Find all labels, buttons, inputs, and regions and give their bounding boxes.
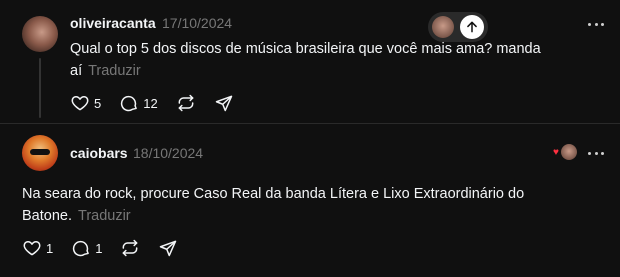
repost-button[interactable] <box>176 93 196 113</box>
heart-icon <box>70 93 90 113</box>
heart-icon: ♥ <box>553 147 559 158</box>
arrow-up-icon[interactable] <box>460 15 484 39</box>
author-avatar <box>561 144 577 160</box>
heart-icon <box>22 238 42 258</box>
like-count: 5 <box>94 95 102 111</box>
repost-icon <box>176 93 196 113</box>
reply-button[interactable]: 12 <box>119 93 158 113</box>
more-options-icon[interactable] <box>588 150 604 156</box>
like-button[interactable]: 5 <box>70 93 101 113</box>
post-text: Qual o top 5 dos discos de música brasil… <box>70 38 570 82</box>
share-button[interactable] <box>214 93 234 113</box>
username[interactable]: oliveiracanta <box>70 15 156 31</box>
post-actions: 1 1 <box>22 238 196 258</box>
liked-by-author-indicator: ♥ <box>553 143 579 161</box>
reply-button[interactable]: 1 <box>71 238 102 258</box>
like-button[interactable]: 1 <box>22 238 53 258</box>
repost-button[interactable] <box>120 238 140 258</box>
send-icon <box>158 238 178 258</box>
send-icon <box>214 93 234 113</box>
avatar <box>432 16 454 38</box>
comment-icon <box>119 93 139 113</box>
thread-post: oliveiracanta 17/10/2024 Qual o top 5 do… <box>0 0 620 123</box>
translate-link[interactable]: Traduzir <box>88 63 141 79</box>
reply-count: 1 <box>95 240 103 256</box>
share-button[interactable] <box>158 238 178 258</box>
like-count: 1 <box>46 240 54 256</box>
post-actions: 5 12 <box>70 93 252 113</box>
repost-icon <box>120 238 140 258</box>
translate-link[interactable]: Traduzir <box>78 208 131 224</box>
post-date[interactable]: 17/10/2024 <box>162 15 232 31</box>
post-date[interactable]: 18/10/2024 <box>133 145 203 161</box>
more-options-icon[interactable] <box>588 21 604 27</box>
thread-connector-line <box>39 58 41 118</box>
avatar[interactable] <box>22 135 58 171</box>
post-text: Na seara do rock, procure Caso Real da b… <box>22 183 582 227</box>
reply-count: 12 <box>143 95 158 111</box>
comment-icon <box>71 238 91 258</box>
username[interactable]: caiobars <box>70 145 128 161</box>
avatar[interactable] <box>22 16 58 52</box>
